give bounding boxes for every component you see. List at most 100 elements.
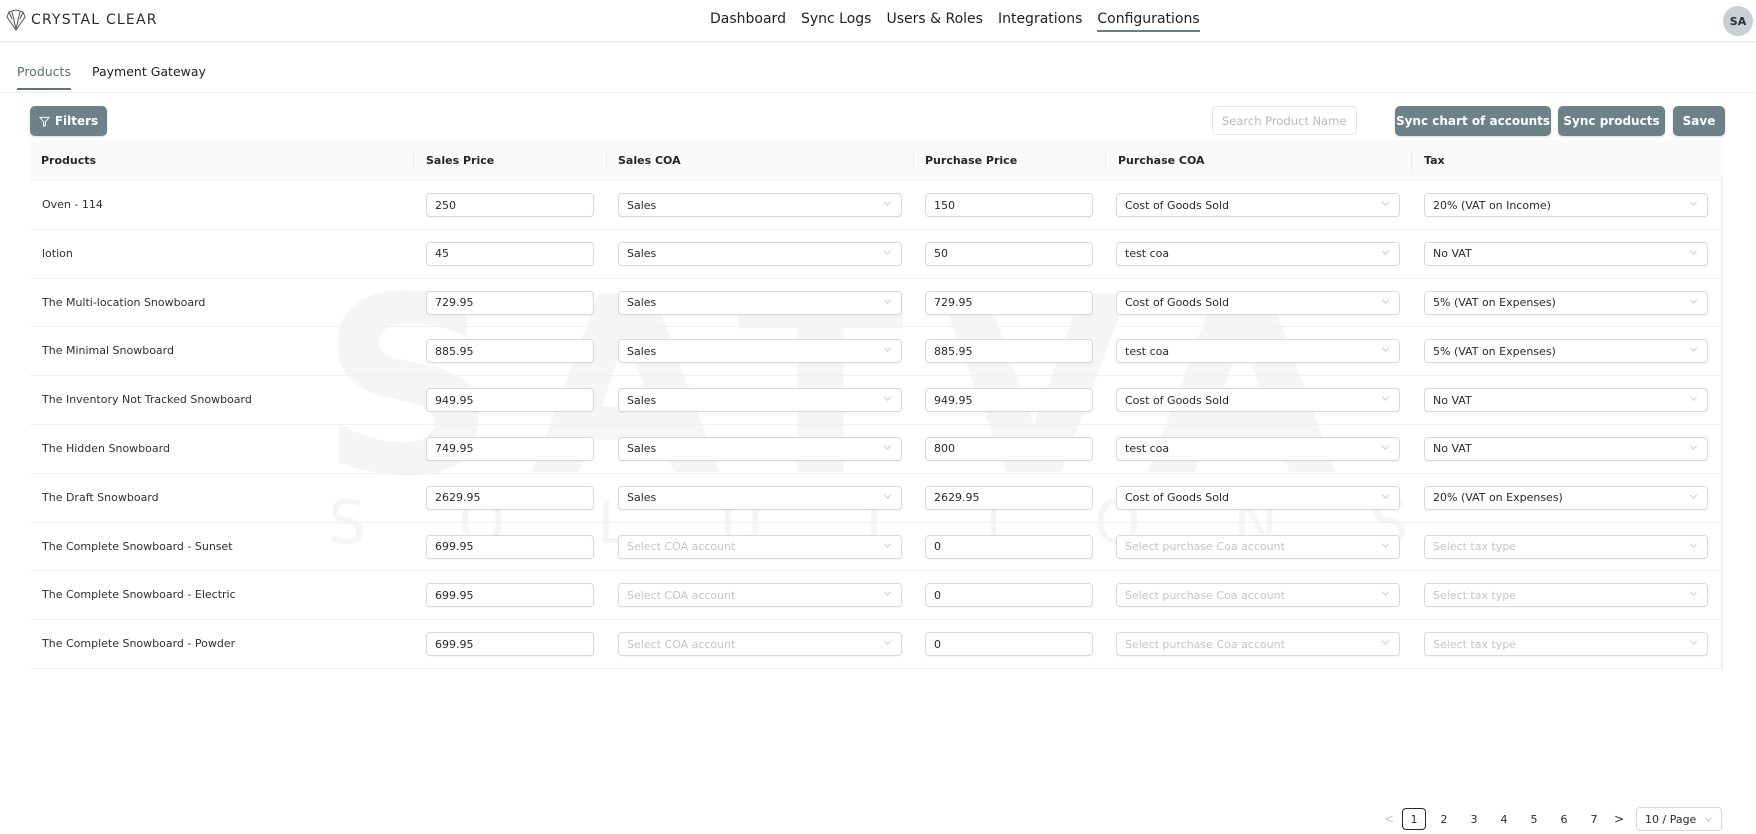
sales-coa-select-value: Sales: [627, 393, 657, 407]
sales-coa-select-value: Sales: [627, 344, 657, 358]
nav-configurations[interactable]: Configurations: [1097, 11, 1200, 32]
purchase-coa-select-value: test coa: [1125, 344, 1170, 358]
sales-coa-select[interactable]: Sales: [618, 290, 902, 315]
purchase-coa-select[interactable]: Select purchase Coa account: [1116, 632, 1400, 657]
purchase-price-input[interactable]: [925, 339, 1093, 364]
purchase-coa-select[interactable]: Cost of Goods Sold: [1116, 485, 1400, 510]
tax-select-value: No VAT: [1433, 247, 1472, 261]
chevron-down-icon: [1382, 298, 1389, 304]
tax-select[interactable]: 5% (VAT on Expenses): [1424, 339, 1708, 364]
tax-select[interactable]: Select tax type: [1424, 632, 1708, 657]
chevron-down-icon: [1690, 494, 1697, 499]
tab-payment-gateway[interactable]: Payment Gateway: [92, 64, 206, 88]
purchase-coa-select[interactable]: Cost of Goods Sold: [1116, 193, 1400, 217]
purchase-price-input[interactable]: [925, 632, 1093, 657]
filters-button[interactable]: Filters: [30, 106, 107, 136]
chevron-down-icon: [1690, 396, 1697, 402]
page-4[interactable]: 4: [1492, 808, 1516, 830]
product-name: The Minimal Snowboard: [42, 344, 174, 358]
page-3[interactable]: 3: [1462, 808, 1486, 830]
page-size-select[interactable]: 10 / Page: [1636, 807, 1722, 831]
purchase-price-input[interactable]: [925, 193, 1093, 217]
purchase-coa-select[interactable]: Cost of Goods Sold: [1116, 388, 1400, 413]
chevron-left-icon[interactable]: <: [1379, 812, 1399, 826]
purchase-coa-select[interactable]: test coa: [1116, 241, 1400, 266]
chevron-down-icon: [884, 445, 891, 450]
sales-coa-select[interactable]: Sales: [618, 436, 902, 461]
purchase-coa-select[interactable]: Select purchase Coa account: [1116, 534, 1400, 559]
sales-coa-select-value: Sales: [627, 296, 657, 310]
tax-select[interactable]: Select tax type: [1424, 534, 1708, 559]
sales-price-input[interactable]: [426, 583, 594, 608]
purchase-price-input[interactable]: [925, 436, 1093, 461]
page-5[interactable]: 5: [1522, 808, 1546, 830]
sales-price-input[interactable]: [426, 290, 594, 315]
chevron-down-icon: [1382, 250, 1389, 255]
save-button[interactable]: Save: [1673, 106, 1725, 136]
sales-coa-select-value: Sales: [627, 442, 657, 456]
sales-price-input[interactable]: [426, 436, 594, 461]
sales-coa-select[interactable]: Sales: [618, 388, 902, 413]
sales-coa-select[interactable]: Select COA account: [618, 583, 902, 608]
purchase-coa-select-value: Select purchase Coa account: [1125, 588, 1285, 602]
tab-products[interactable]: Products: [17, 64, 71, 90]
sales-coa-select[interactable]: Sales: [618, 193, 902, 217]
product-name: The Complete Snowboard - Powder: [42, 637, 236, 651]
table-row: The Complete Snowboard - Powder Select CO…: [30, 620, 1721, 669]
product-name: The Multi-location Snowboard: [42, 295, 206, 309]
purchase-coa-select[interactable]: Cost of Goods Sold: [1116, 290, 1400, 315]
sales-coa-select[interactable]: Sales: [618, 339, 902, 364]
tax-select[interactable]: No VAT: [1424, 241, 1708, 266]
sales-coa-select[interactable]: Select COA account: [618, 534, 902, 559]
tax-select[interactable]: 5% (VAT on Expenses): [1424, 290, 1708, 315]
purchase-price-input[interactable]: [925, 583, 1093, 608]
sales-price-input[interactable]: [426, 485, 594, 510]
column-divider: [1411, 152, 1412, 170]
sales-price-input[interactable]: [426, 241, 594, 266]
purchase-price-input[interactable]: [925, 485, 1093, 510]
sales-coa-select-value: Sales: [627, 247, 657, 261]
chevron-right-icon[interactable]: >: [1609, 812, 1629, 826]
purchase-price-input[interactable]: [925, 290, 1093, 315]
tax-select[interactable]: No VAT: [1424, 436, 1708, 461]
sales-price-input[interactable]: [426, 193, 594, 217]
nav-dashboard[interactable]: Dashboard: [710, 11, 786, 32]
sales-coa-select[interactable]: Sales: [618, 485, 902, 510]
tax-select[interactable]: 20% (VAT on Expenses): [1424, 485, 1708, 510]
sales-price-input[interactable]: [426, 388, 594, 413]
sales-price-input[interactable]: [426, 534, 594, 559]
chevron-down-icon: [884, 640, 891, 646]
nav-integrations[interactable]: Integrations: [998, 11, 1082, 32]
products-table: Products Sales Price Sales COA Purchase …: [30, 140, 1723, 669]
nav-users-roles[interactable]: Users & Roles: [886, 11, 982, 32]
sales-price-input[interactable]: [426, 339, 594, 364]
purchase-coa-select[interactable]: test coa: [1116, 339, 1400, 364]
brand-logo[interactable]: CRYSTAL CLEAR: [6, 9, 158, 31]
page-7[interactable]: 7: [1582, 808, 1606, 830]
purchase-price-input[interactable]: [925, 534, 1093, 559]
tax-select[interactable]: Select tax type: [1424, 583, 1708, 608]
column-divider: [913, 152, 914, 170]
page-2[interactable]: 2: [1432, 808, 1456, 830]
sales-price-input[interactable]: [426, 632, 594, 657]
purchase-price-input[interactable]: [925, 241, 1093, 266]
page-6[interactable]: 6: [1552, 808, 1576, 830]
sales-coa-select[interactable]: Sales: [618, 241, 902, 266]
purchase-coa-select-value: test coa: [1125, 442, 1170, 456]
purchase-coa-select[interactable]: Select purchase Coa account: [1116, 583, 1400, 608]
chevron-down-icon: [1382, 542, 1389, 548]
sync-products-button[interactable]: Sync products: [1558, 106, 1665, 136]
nav-sync-logs[interactable]: Sync Logs: [801, 11, 872, 32]
sync-chart-of-accounts-button[interactable]: Sync chart of accounts: [1395, 106, 1551, 136]
tax-select-value: 20% (VAT on Expenses): [1433, 491, 1563, 505]
search-product-input[interactable]: [1212, 106, 1357, 135]
page-1[interactable]: 1: [1402, 808, 1426, 830]
sales-coa-select[interactable]: Select COA account: [618, 632, 902, 657]
product-name: The Draft Snowboard: [42, 490, 159, 504]
product-name: Oven - 114: [42, 198, 103, 211]
purchase-price-input[interactable]: [925, 388, 1093, 413]
tax-select[interactable]: No VAT: [1424, 388, 1708, 413]
tax-select[interactable]: 20% (VAT on Income): [1424, 193, 1708, 217]
purchase-coa-select[interactable]: test coa: [1116, 436, 1400, 461]
user-avatar[interactable]: SA: [1723, 6, 1753, 36]
